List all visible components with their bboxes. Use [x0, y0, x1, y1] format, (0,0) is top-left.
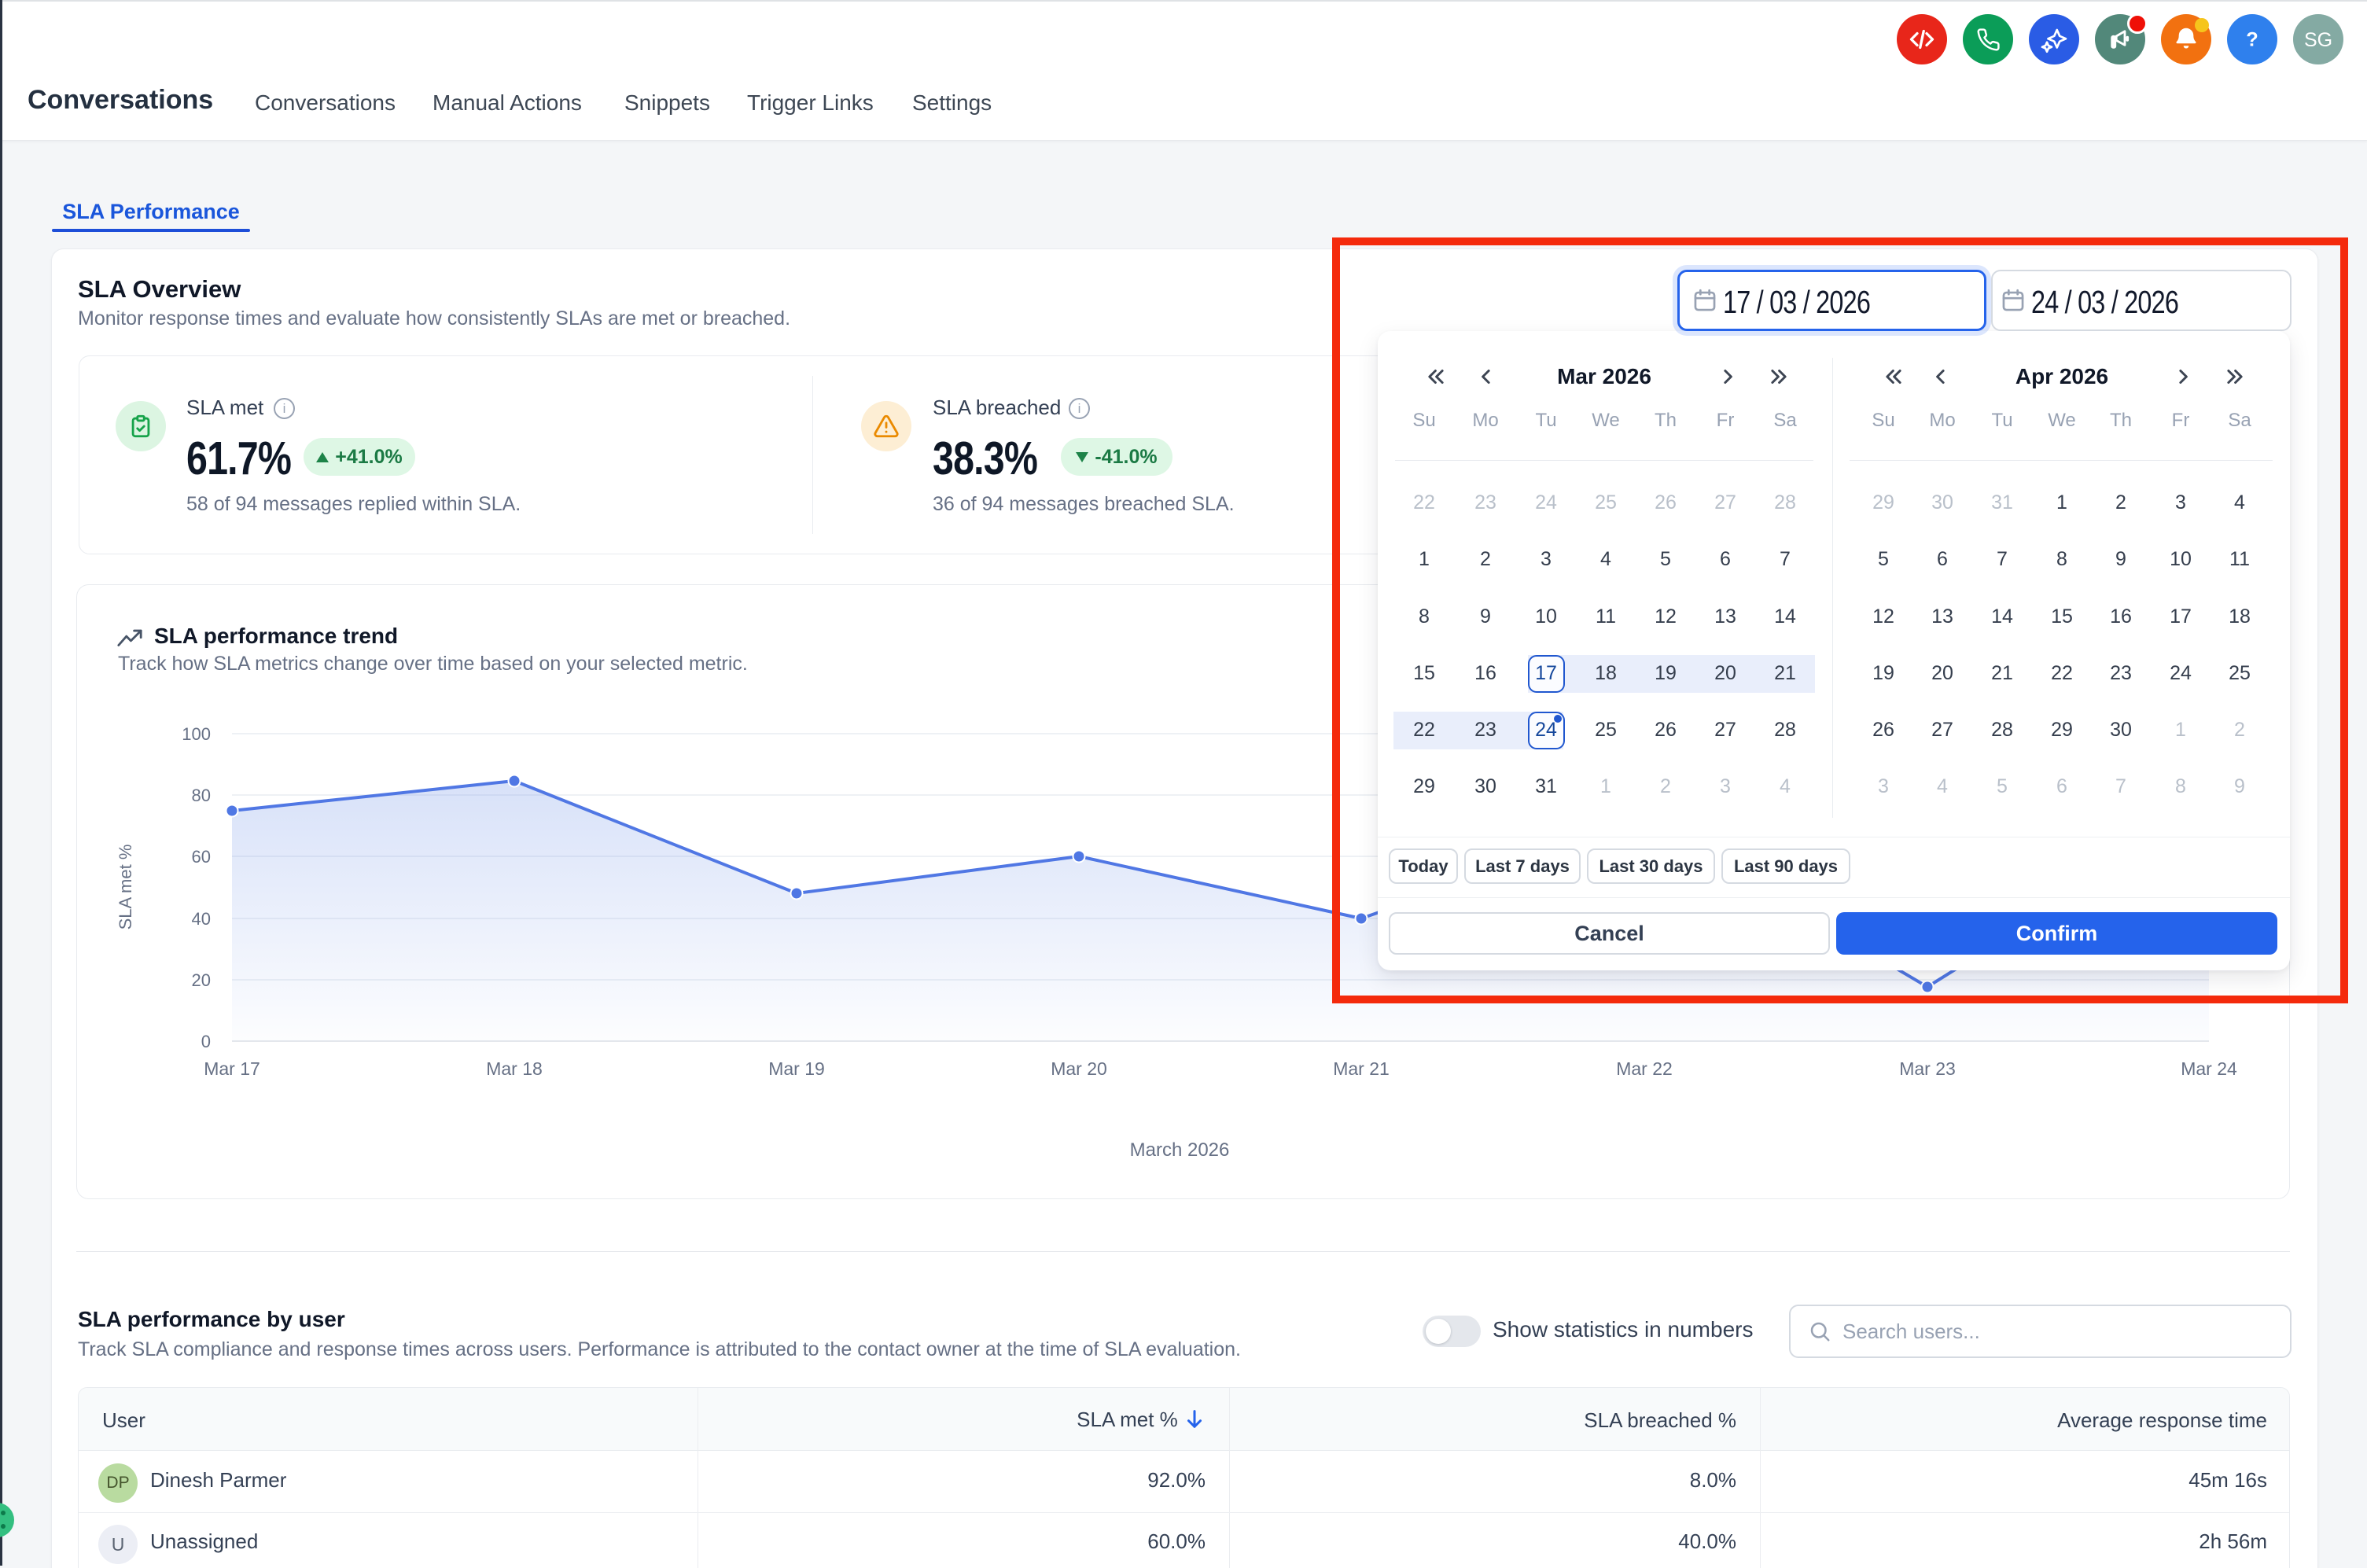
- svg-text:40: 40: [192, 909, 211, 929]
- svg-text:?: ?: [2246, 29, 2258, 51]
- svg-text:SG: SG: [2304, 29, 2332, 51]
- svg-text:Mar 18: Mar 18: [486, 1058, 543, 1079]
- svg-text:Mar 24: Mar 24: [2181, 1058, 2237, 1079]
- svg-text:Mar 17: Mar 17: [204, 1058, 260, 1079]
- svg-text:Mar 19: Mar 19: [768, 1058, 825, 1079]
- svg-text:80: 80: [192, 786, 211, 805]
- svg-text:20: 20: [192, 970, 211, 990]
- svg-text:100: 100: [182, 724, 211, 744]
- svg-text:March 2026: March 2026: [1130, 1139, 1230, 1161]
- svg-text:Mar 20: Mar 20: [1051, 1058, 1107, 1079]
- svg-text:Mar 22: Mar 22: [1616, 1058, 1673, 1079]
- svg-text:Mar 21: Mar 21: [1333, 1058, 1390, 1079]
- svg-text:60: 60: [192, 847, 211, 867]
- svg-text:0: 0: [201, 1032, 211, 1051]
- svg-text:Mar 23: Mar 23: [1899, 1058, 1956, 1079]
- svg-text:SLA met %: SLA met %: [116, 845, 135, 930]
